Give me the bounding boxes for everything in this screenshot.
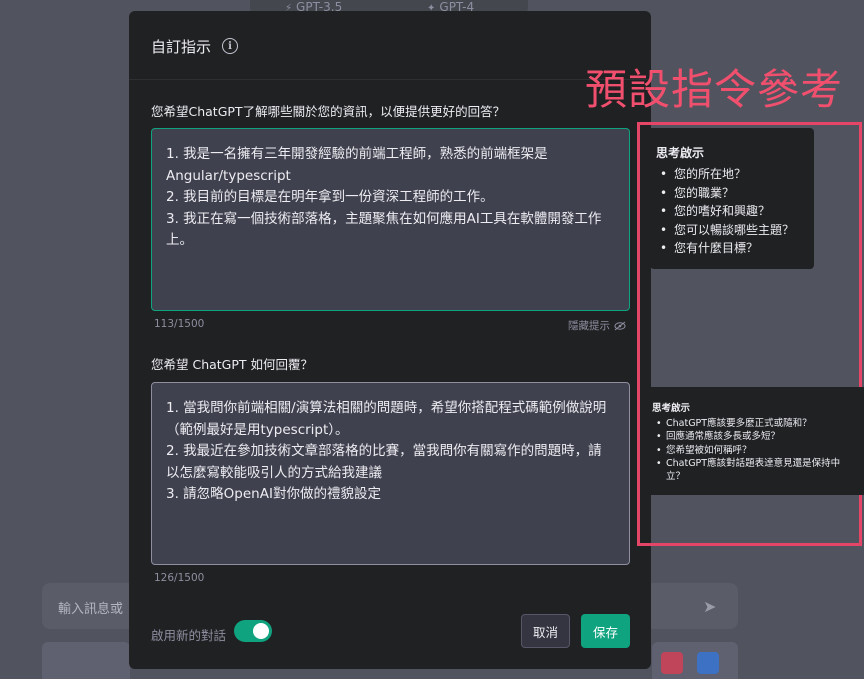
dialog-header: 自訂指示 i	[151, 35, 239, 57]
send-icon[interactable]: ➤	[703, 597, 721, 616]
tips-tooltip-how-respond: 思考啟示 ChatGPT應該要多麼正式或隨和？ 回應通常應該多長或多短？ 您希望…	[642, 387, 864, 495]
tips-tooltip-about-you: 思考啟示 您的所在地？ 您的職業？ 您的嗜好和興趣？ 您可以暢談哪些主題？ 您有…	[650, 128, 814, 269]
tip-item: ChatGPT應該要多麼正式或隨和？	[652, 417, 848, 431]
tip-item: 回應通常應該多長或多短？	[652, 430, 848, 444]
dialog-title: 自訂指示	[151, 37, 212, 56]
enable-new-chat-toggle[interactable]	[234, 620, 272, 642]
header-divider	[129, 79, 651, 80]
question-about-you: 您希望ChatGPT了解哪些關於您的資訊，以便提供更好的回答？	[151, 104, 506, 119]
enable-new-chat-label: 啟用新的對話	[151, 628, 227, 643]
about-you-textarea[interactable]: 1. 我是一名擁有三年開發經驗的前端工程師，熟悉的前端框架是Angular/ty…	[151, 128, 630, 311]
tip-item: 您的職業？	[656, 184, 814, 203]
tip-title: 思考啟示	[656, 146, 705, 160]
mute-icon[interactable]	[661, 652, 683, 674]
tip-item: ChatGPT應該對話題表達意見還是保持中立？	[652, 457, 848, 484]
bottom-panel-left	[42, 642, 130, 679]
tip-list: ChatGPT應該要多麼正式或隨和？ 回應通常應該多長或多短？ 您希望被如何稱呼…	[652, 417, 864, 483]
cancel-button[interactable]: 取消	[521, 614, 570, 648]
custom-instructions-dialog: 自訂指示 i 您希望ChatGPT了解哪些關於您的資訊，以便提供更好的回答？ 1…	[129, 11, 651, 669]
tip-item: 您有什麼目標？	[656, 239, 814, 258]
tip-item: 您的所在地？	[656, 165, 814, 184]
toggle-knob	[253, 623, 269, 639]
char-counter-2: 126/1500	[154, 572, 205, 584]
message-input-placeholder: 輸入訊息或	[58, 602, 124, 617]
save-button[interactable]: 保存	[581, 614, 630, 648]
tip-item: 您的嗜好和興趣？	[656, 202, 814, 221]
tip-item: 您希望被如何稱呼？	[652, 444, 848, 458]
tip-title: 思考啟示	[652, 403, 691, 414]
question-how-respond: 您希望 ChatGPT 如何回覆？	[151, 357, 314, 372]
tip-item: 您可以暢談哪些主題？	[656, 221, 814, 240]
hide-tips-label: 隱藏提示	[568, 320, 610, 332]
hide-tips-button[interactable]: 隱藏提示	[568, 318, 626, 333]
annotation-title: 預設指令參考	[585, 65, 844, 114]
char-counter-1: 113/1500	[154, 318, 205, 330]
info-icon[interactable]: i	[222, 38, 239, 54]
settings-sliders-icon[interactable]	[697, 652, 719, 674]
tip-list: 您的所在地？ 您的職業？ 您的嗜好和興趣？ 您可以暢談哪些主題？ 您有什麼目標？	[656, 165, 814, 258]
eye-off-icon	[614, 321, 626, 330]
how-respond-textarea[interactable]: 1. 當我問你前端相關/演算法相關的問題時，希望你搭配程式碼範例做說明（範例最好…	[151, 382, 630, 565]
